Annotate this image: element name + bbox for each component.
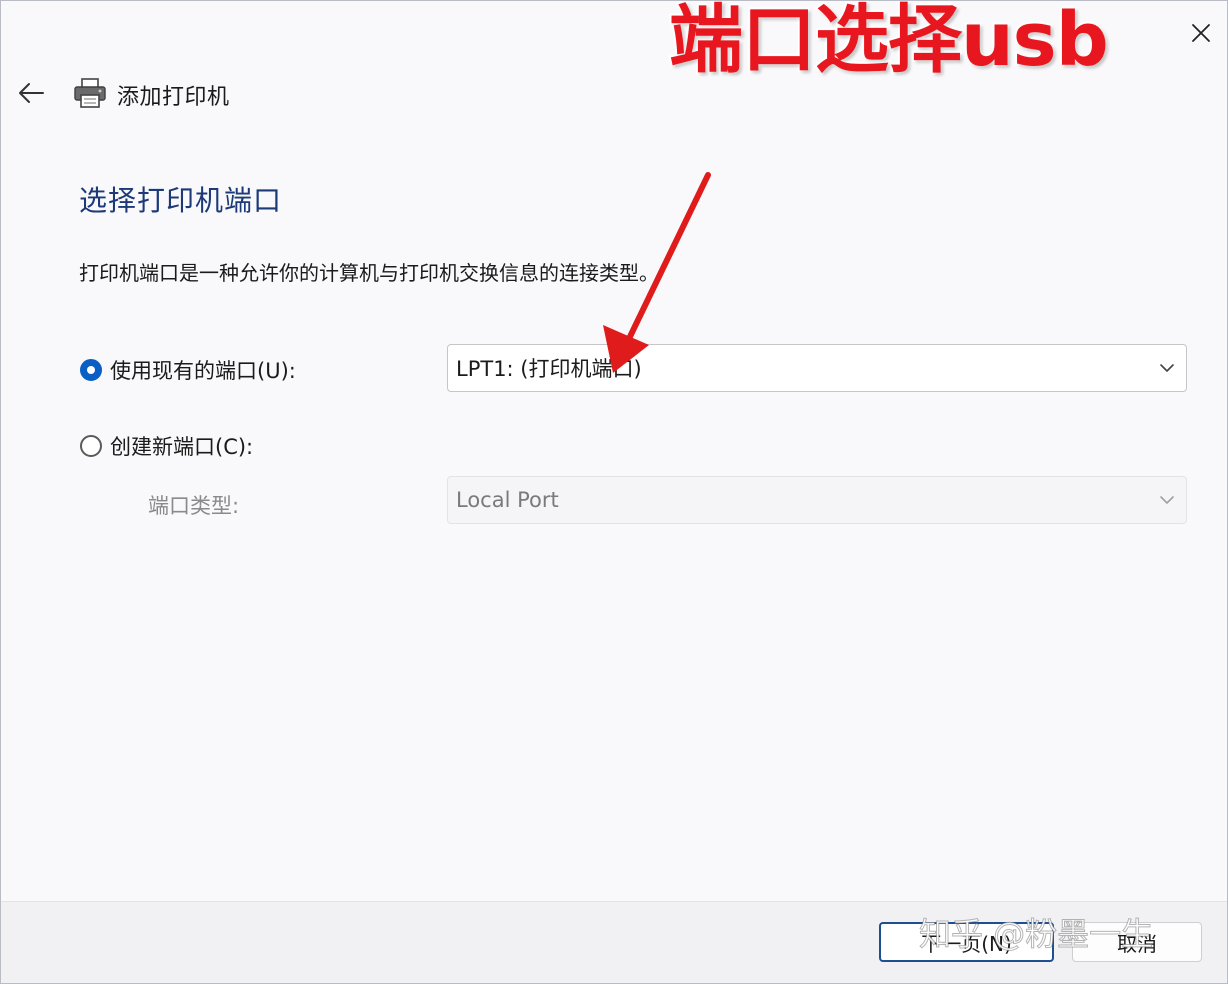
existing-port-radio[interactable] <box>80 359 102 381</box>
existing-port-select[interactable]: LPT1: (打印机端口) <box>447 344 1187 392</box>
port-type-label: 端口类型: <box>148 494 240 518</box>
annotation-caption: 端口选择usb <box>667 0 1111 83</box>
existing-port-selected-value: LPT1: (打印机端口) <box>456 357 642 381</box>
new-port-label: 创建新端口(C): <box>110 435 254 459</box>
new-port-radio[interactable] <box>80 435 102 457</box>
chevron-down-icon <box>1160 364 1174 372</box>
chevron-down-icon <box>1160 496 1174 504</box>
close-button[interactable] <box>1183 15 1219 51</box>
add-printer-dialog: 添加打印机 端口选择usb 选择打印机端口 打印机端口是一种允许你的计算机与打印… <box>0 0 1228 984</box>
port-type-select: Local Port <box>447 476 1187 524</box>
existing-port-label: 使用现有的端口(U): <box>110 359 296 383</box>
back-button[interactable] <box>13 75 49 111</box>
new-port-option[interactable]: 创建新端口(C): <box>80 431 253 461</box>
back-arrow-icon <box>19 83 44 103</box>
close-icon <box>1192 24 1210 42</box>
dialog-footer: 下一页(N) 取消 <box>1 901 1227 983</box>
window-title: 添加打印机 <box>117 85 230 110</box>
printer-icon <box>74 78 106 108</box>
page-heading: 选择打印机端口 <box>79 184 283 217</box>
port-type-value: Local Port <box>456 488 559 512</box>
page-description: 打印机端口是一种允许你的计算机与打印机交换信息的连接类型。 <box>79 261 659 285</box>
cancel-button[interactable]: 取消 <box>1072 922 1202 962</box>
existing-port-option[interactable]: 使用现有的端口(U): <box>80 355 296 385</box>
next-button[interactable]: 下一页(N) <box>879 922 1054 962</box>
